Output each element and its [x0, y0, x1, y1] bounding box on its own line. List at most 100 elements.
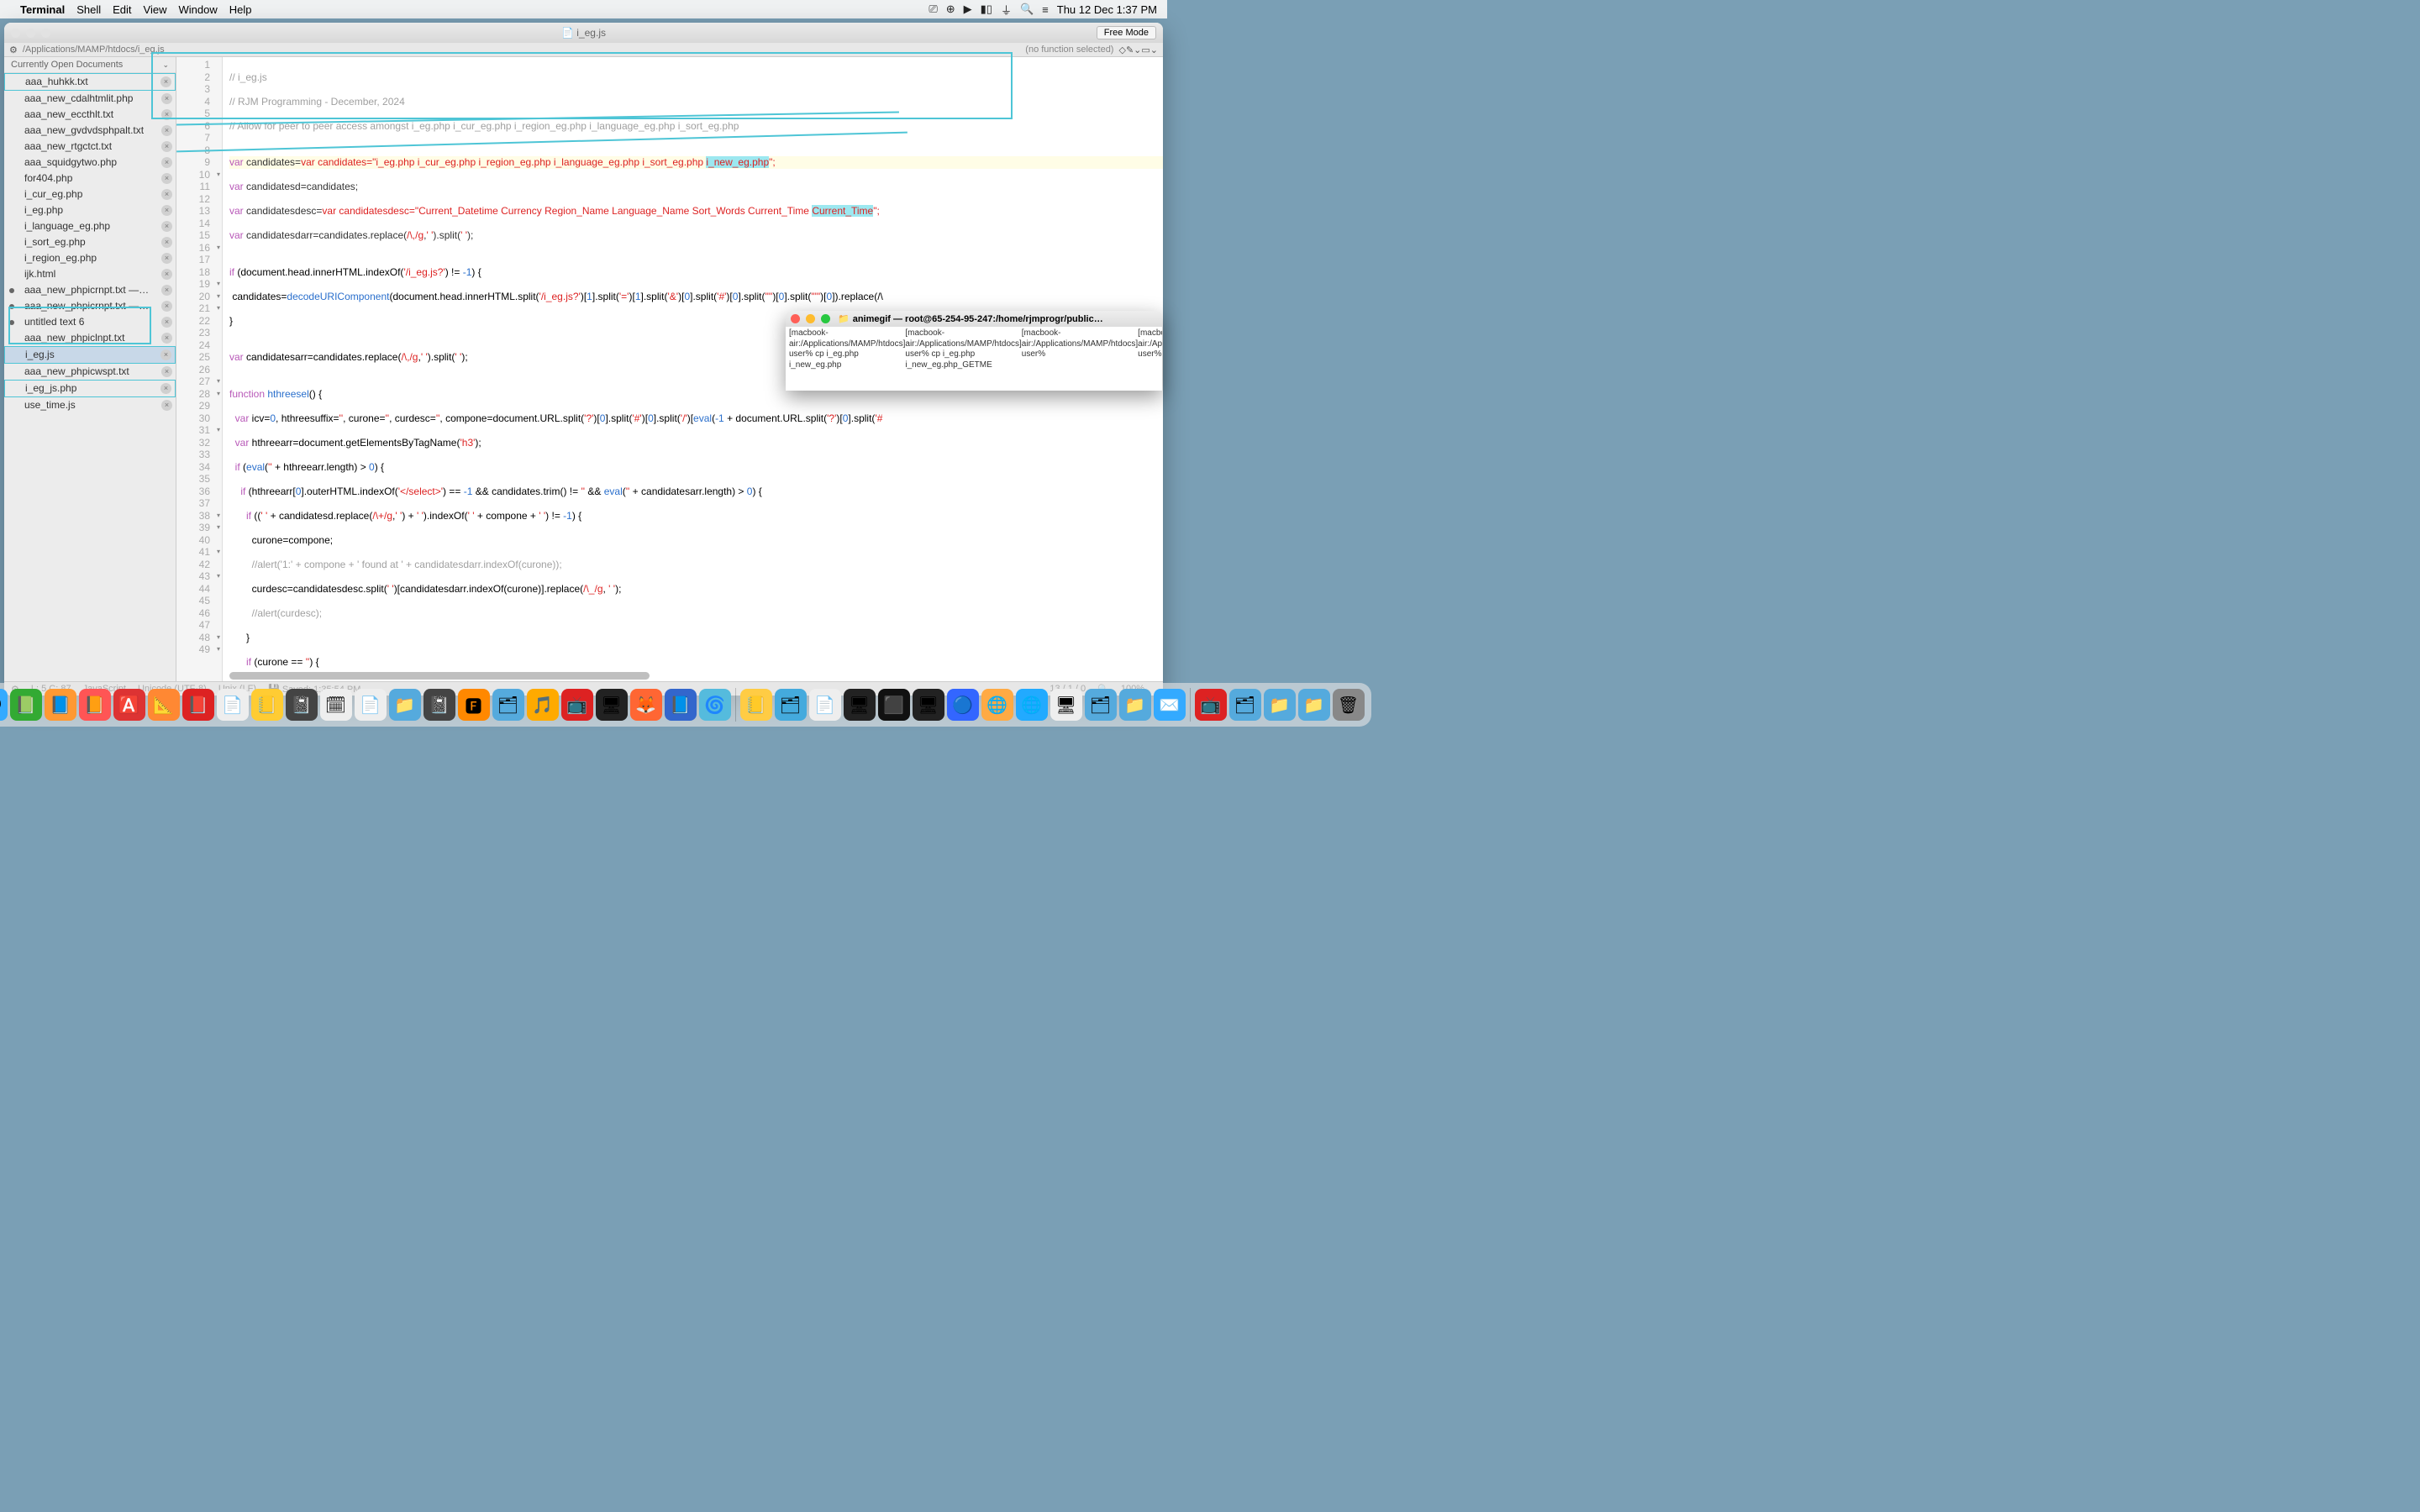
dock-app[interactable]: 📓	[286, 689, 318, 721]
sidebar-document[interactable]: aaa_new_rtgctct.txt×	[4, 139, 176, 155]
minimize-button[interactable]	[26, 29, 35, 38]
menubar-clock[interactable]: Thu 12 Dec 1:37 PM	[1057, 3, 1157, 16]
sidebar-document[interactable]: aaa_new_gvdvdsphpalt.txt×	[4, 123, 176, 139]
dock-app[interactable]: ⬛	[878, 689, 910, 721]
status-icon[interactable]: ▶	[964, 3, 972, 16]
dock-app[interactable]: 📁	[1298, 689, 1330, 721]
sidebar-document[interactable]: i_eg.php×	[4, 202, 176, 218]
close-icon[interactable]: ×	[161, 93, 172, 104]
dock-app[interactable]: 📺	[561, 689, 593, 721]
fold-icon[interactable]: ▾	[217, 522, 220, 534]
dock-app[interactable]: 📁	[389, 689, 421, 721]
dock-app[interactable]: 📒	[740, 689, 772, 721]
dock-app[interactable]: 🦊	[630, 689, 662, 721]
dock-app[interactable]: 🌐	[981, 689, 1013, 721]
close-icon[interactable]: ×	[161, 366, 172, 377]
dock-app[interactable]: 📁	[1264, 689, 1296, 721]
dock-app[interactable]: 📒	[251, 689, 283, 721]
close-icon[interactable]: ×	[161, 285, 172, 296]
fold-icon[interactable]: ▾	[217, 570, 220, 583]
dock-app[interactable]: 🖥	[1050, 689, 1082, 721]
close-icon[interactable]: ×	[161, 205, 172, 216]
minimize-button[interactable]	[806, 314, 815, 323]
close-icon[interactable]: ×	[161, 189, 172, 200]
menu-window[interactable]: Window	[179, 3, 218, 16]
close-icon[interactable]: ×	[161, 109, 172, 120]
dock-app[interactable]: 🗂	[492, 689, 524, 721]
menu-shell[interactable]: Shell	[76, 3, 101, 16]
close-icon[interactable]: ×	[161, 237, 172, 248]
dock-app[interactable]: 🅵	[458, 689, 490, 721]
sidebar-document[interactable]: aaa_new_eccthlt.txt×	[4, 107, 176, 123]
fold-icon[interactable]: ▾	[217, 278, 220, 291]
close-button[interactable]	[791, 314, 800, 323]
fold-icon[interactable]: ▾	[217, 388, 220, 401]
fold-icon[interactable]: ▾	[217, 375, 220, 388]
dock-app[interactable]: 🔵	[947, 689, 979, 721]
menu-help[interactable]: Help	[229, 3, 252, 16]
dock-app[interactable]: 🗓	[320, 689, 352, 721]
sidebar-document[interactable]: i_eg_js.php×	[4, 380, 176, 397]
dock-app[interactable]: 🗂	[1085, 689, 1117, 721]
close-icon[interactable]: ×	[161, 301, 172, 312]
close-icon[interactable]: ×	[161, 125, 172, 136]
close-icon[interactable]: ×	[161, 253, 172, 264]
dock-app[interactable]: 🖥	[596, 689, 628, 721]
control-center-icon[interactable]: ≡	[1042, 3, 1049, 16]
sidebar-document[interactable]: aaa_new_phpicrnpt.txt —…×	[4, 282, 176, 298]
close-icon[interactable]: ×	[161, 173, 172, 184]
fold-icon[interactable]: ▾	[217, 242, 220, 255]
nav-icon[interactable]: ⌄	[1150, 45, 1158, 55]
fold-icon[interactable]: ▾	[217, 632, 220, 644]
fold-icon[interactable]: ▾	[217, 291, 220, 303]
close-icon[interactable]: ×	[161, 141, 172, 152]
sidebar-document[interactable]: aaa_new_phpicrnpt.txt —…×	[4, 298, 176, 314]
sidebar-document[interactable]: aaa_new_phpiclnpt.txt×	[4, 330, 176, 346]
dock-app[interactable]: 📐	[148, 689, 180, 721]
status-icon[interactable]: ⎚	[929, 3, 937, 16]
sidebar-document[interactable]: for404.php×	[4, 171, 176, 186]
dock-app[interactable]: 📕	[182, 689, 214, 721]
terminal-titlebar[interactable]: 📁 animegif — root@65-254-95-247:/home/rj…	[786, 311, 1162, 327]
menu-edit[interactable]: Edit	[113, 3, 131, 16]
gear-icon[interactable]: ⚙	[9, 45, 18, 55]
dock-app[interactable]: 🌀	[699, 689, 731, 721]
menu-view[interactable]: View	[144, 3, 167, 16]
nav-icon[interactable]: ✎	[1126, 45, 1134, 55]
terminal-body[interactable]: [macbook-air:/Applications/MAMP/htdocs] …	[786, 327, 1162, 391]
dock-app[interactable]: 🖥	[913, 689, 944, 721]
dock-app[interactable]: 📄	[355, 689, 387, 721]
sidebar-document[interactable]: aaa_huhkk.txt×	[4, 73, 176, 91]
dock-app[interactable]: 🅰️	[113, 689, 145, 721]
dock-app[interactable]: 📺	[1195, 689, 1227, 721]
sidebar-document[interactable]: i_language_eg.php×	[4, 218, 176, 234]
dock-app[interactable]: 📁	[1119, 689, 1151, 721]
close-icon[interactable]: ×	[161, 400, 172, 411]
sidebar-document[interactable]: i_region_eg.php×	[4, 250, 176, 266]
fold-icon[interactable]: ▾	[217, 302, 220, 315]
sidebar-document[interactable]: i_sort_eg.php×	[4, 234, 176, 250]
close-icon[interactable]: ×	[161, 317, 172, 328]
fold-icon[interactable]: ▾	[217, 424, 220, 437]
dock-app[interactable]: 📗	[10, 689, 42, 721]
dock-app[interactable]: ✉️	[1154, 689, 1186, 721]
dock-app[interactable]: 🖥	[844, 689, 876, 721]
function-popup[interactable]: (no function selected)	[1025, 45, 1113, 55]
nav-icon[interactable]: ⌄	[1134, 45, 1141, 55]
sidebar-document[interactable]: aaa_new_phpicwspt.txt×	[4, 364, 176, 380]
sidebar-document[interactable]: aaa_squidgytwo.php×	[4, 155, 176, 171]
close-icon[interactable]: ×	[160, 349, 171, 360]
spotlight-icon[interactable]: 🔍	[1020, 3, 1034, 16]
battery-icon[interactable]: ▮▯	[981, 3, 992, 16]
sidebar-document[interactable]: i_cur_eg.php×	[4, 186, 176, 202]
dock-app[interactable]: 📄	[809, 689, 841, 721]
file-path[interactable]: /Applications/MAMP/htdocs/i_eg.js	[23, 45, 165, 55]
dock-app[interactable]: 📘	[665, 689, 697, 721]
app-name-menu[interactable]: Terminal	[20, 3, 65, 16]
sidebar-document[interactable]: ijk.html×	[4, 266, 176, 282]
dock-app[interactable]: 🗂	[775, 689, 807, 721]
sidebar-document[interactable]: i_eg.js×	[4, 346, 176, 364]
fold-icon[interactable]: ▾	[217, 169, 220, 181]
dock-app[interactable]: 📓	[424, 689, 455, 721]
close-icon[interactable]: ×	[161, 269, 172, 280]
